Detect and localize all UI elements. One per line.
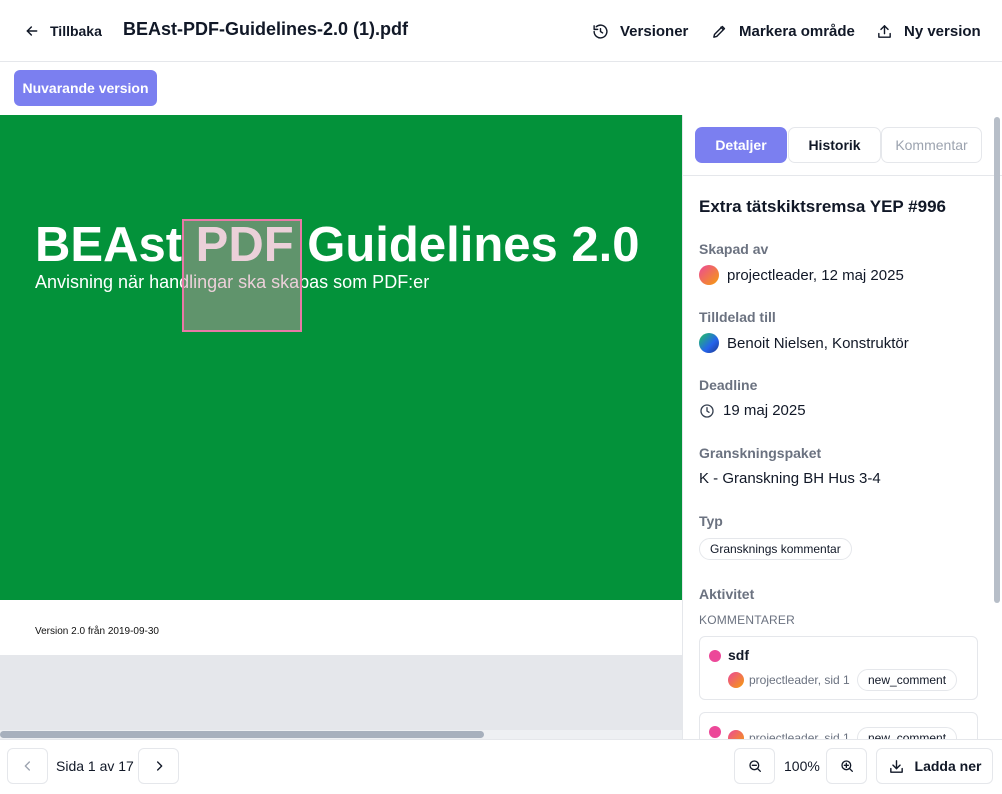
document-title: BEAst-PDF-Guidelines-2.0 (1).pdf <box>123 19 409 39</box>
pdf-cover-page: BEAst PDF Guidelines 2.0 Anvisning när h… <box>0 115 682 600</box>
pdf-title: BEAst PDF Guidelines 2.0 <box>35 218 640 272</box>
vertical-scroll-thumb[interactable] <box>994 117 1000 603</box>
bottom-toolbar: Sida 1 av 17 100% Ladda ner <box>0 739 1002 794</box>
zoom-in-button[interactable] <box>826 748 867 784</box>
comment-author: projectleader, sid 1 <box>749 731 850 739</box>
deadline-value: 19 maj 2025 <box>699 402 806 419</box>
details-panel: Detaljer Historik Kommentar Extra tätski… <box>682 115 1002 739</box>
comment-card[interactable]: sdf projectleader, sid 1 new_comment <box>699 636 978 700</box>
zoom-in-icon <box>840 760 853 772</box>
markup-rectangle[interactable] <box>182 219 302 332</box>
pencil-icon <box>713 25 726 38</box>
comment-author: projectleader, sid 1 <box>749 673 850 687</box>
pdf-viewer[interactable]: BEAst PDF Guidelines 2.0 Anvisning när h… <box>0 115 682 739</box>
new-version-label: Ny version <box>904 22 981 40</box>
created-by-label: Skapad av <box>699 241 769 257</box>
zoom-out-button[interactable] <box>734 748 775 784</box>
package-label: Granskningspaket <box>699 445 822 461</box>
avatar <box>699 265 719 285</box>
comment-status-dot <box>709 726 721 738</box>
tab-comment[interactable]: Kommentar <box>881 127 982 163</box>
pdf-version-note: Version 2.0 från 2019-09-30 <box>35 626 159 637</box>
pdf-page-footer: Version 2.0 från 2019-09-30 <box>0 600 682 655</box>
back-button[interactable]: Tillbaka <box>24 20 102 42</box>
back-label: Tillbaka <box>50 23 102 39</box>
download-icon <box>889 759 903 773</box>
comment-text: sdf <box>728 647 749 663</box>
deadline-text: 19 maj 2025 <box>723 402 806 419</box>
comment-status-badge: new_comment <box>857 727 958 739</box>
comment-card[interactable]: projectleader, sid 1 new_comment <box>699 712 978 739</box>
type-badge: Gransknings kommentar <box>699 538 852 560</box>
chevron-left-icon <box>24 761 30 771</box>
comment-meta: projectleader, sid 1 <box>728 672 850 688</box>
tab-details[interactable]: Detaljer <box>695 127 787 163</box>
comment-status-dot <box>709 650 721 662</box>
versions-label: Versioner <box>620 22 689 40</box>
comment-status-badge: new_comment <box>857 669 958 691</box>
assigned-to-value: Benoit Nielsen, Konstruktör <box>699 333 909 353</box>
avatar <box>699 333 719 353</box>
package-value: K - Granskning BH Hus 3-4 <box>699 470 881 487</box>
chevron-right-icon <box>156 761 162 771</box>
deadline-label: Deadline <box>699 377 758 393</box>
tab-history[interactable]: Historik <box>788 127 881 163</box>
upload-icon <box>878 24 891 38</box>
created-by-text: projectleader, 12 maj 2025 <box>727 266 904 284</box>
new-version-button[interactable]: Ny version <box>876 20 981 42</box>
version-bar: Nuvarande version <box>0 62 1002 115</box>
avatar <box>728 730 744 739</box>
arrow-left-icon <box>26 26 38 36</box>
zoom-out-icon <box>748 760 761 772</box>
created-by-value: projectleader, 12 maj 2025 <box>699 265 904 285</box>
type-label: Typ <box>699 513 723 529</box>
horizontal-scrollbar[interactable] <box>0 730 682 739</box>
package-text: K - Granskning BH Hus 3-4 <box>699 470 881 487</box>
next-page-button[interactable] <box>138 748 179 784</box>
previous-page-button[interactable] <box>7 748 48 784</box>
comments-section-label: KOMMENTARER <box>699 613 795 627</box>
versions-button[interactable]: Versioner <box>592 20 688 42</box>
avatar <box>728 672 744 688</box>
top-bar: Tillbaka BEAst-PDF-Guidelines-2.0 (1).pd… <box>0 0 1002 62</box>
panel-tabs: Detaljer Historik Kommentar <box>683 115 1002 176</box>
zoom-level: 100% <box>784 758 820 774</box>
current-version-button[interactable]: Nuvarande version <box>14 70 157 106</box>
mark-area-label: Markera område <box>739 22 855 40</box>
horizontal-scroll-thumb[interactable] <box>0 731 484 738</box>
assigned-to-label: Tilldelad till <box>699 309 776 325</box>
issue-title: Extra tätskiktsremsa YEP #996 <box>699 197 946 216</box>
mark-area-button[interactable]: Markera område <box>711 20 855 42</box>
clock-icon <box>700 403 714 418</box>
page-indicator: Sida 1 av 17 <box>56 758 134 774</box>
history-icon <box>593 23 608 39</box>
comment-meta: projectleader, sid 1 <box>728 730 850 739</box>
download-label: Ladda ner <box>914 758 982 774</box>
activity-label: Aktivitet <box>699 586 755 602</box>
download-button[interactable]: Ladda ner <box>876 748 993 784</box>
assigned-to-text: Benoit Nielsen, Konstruktör <box>727 334 909 352</box>
